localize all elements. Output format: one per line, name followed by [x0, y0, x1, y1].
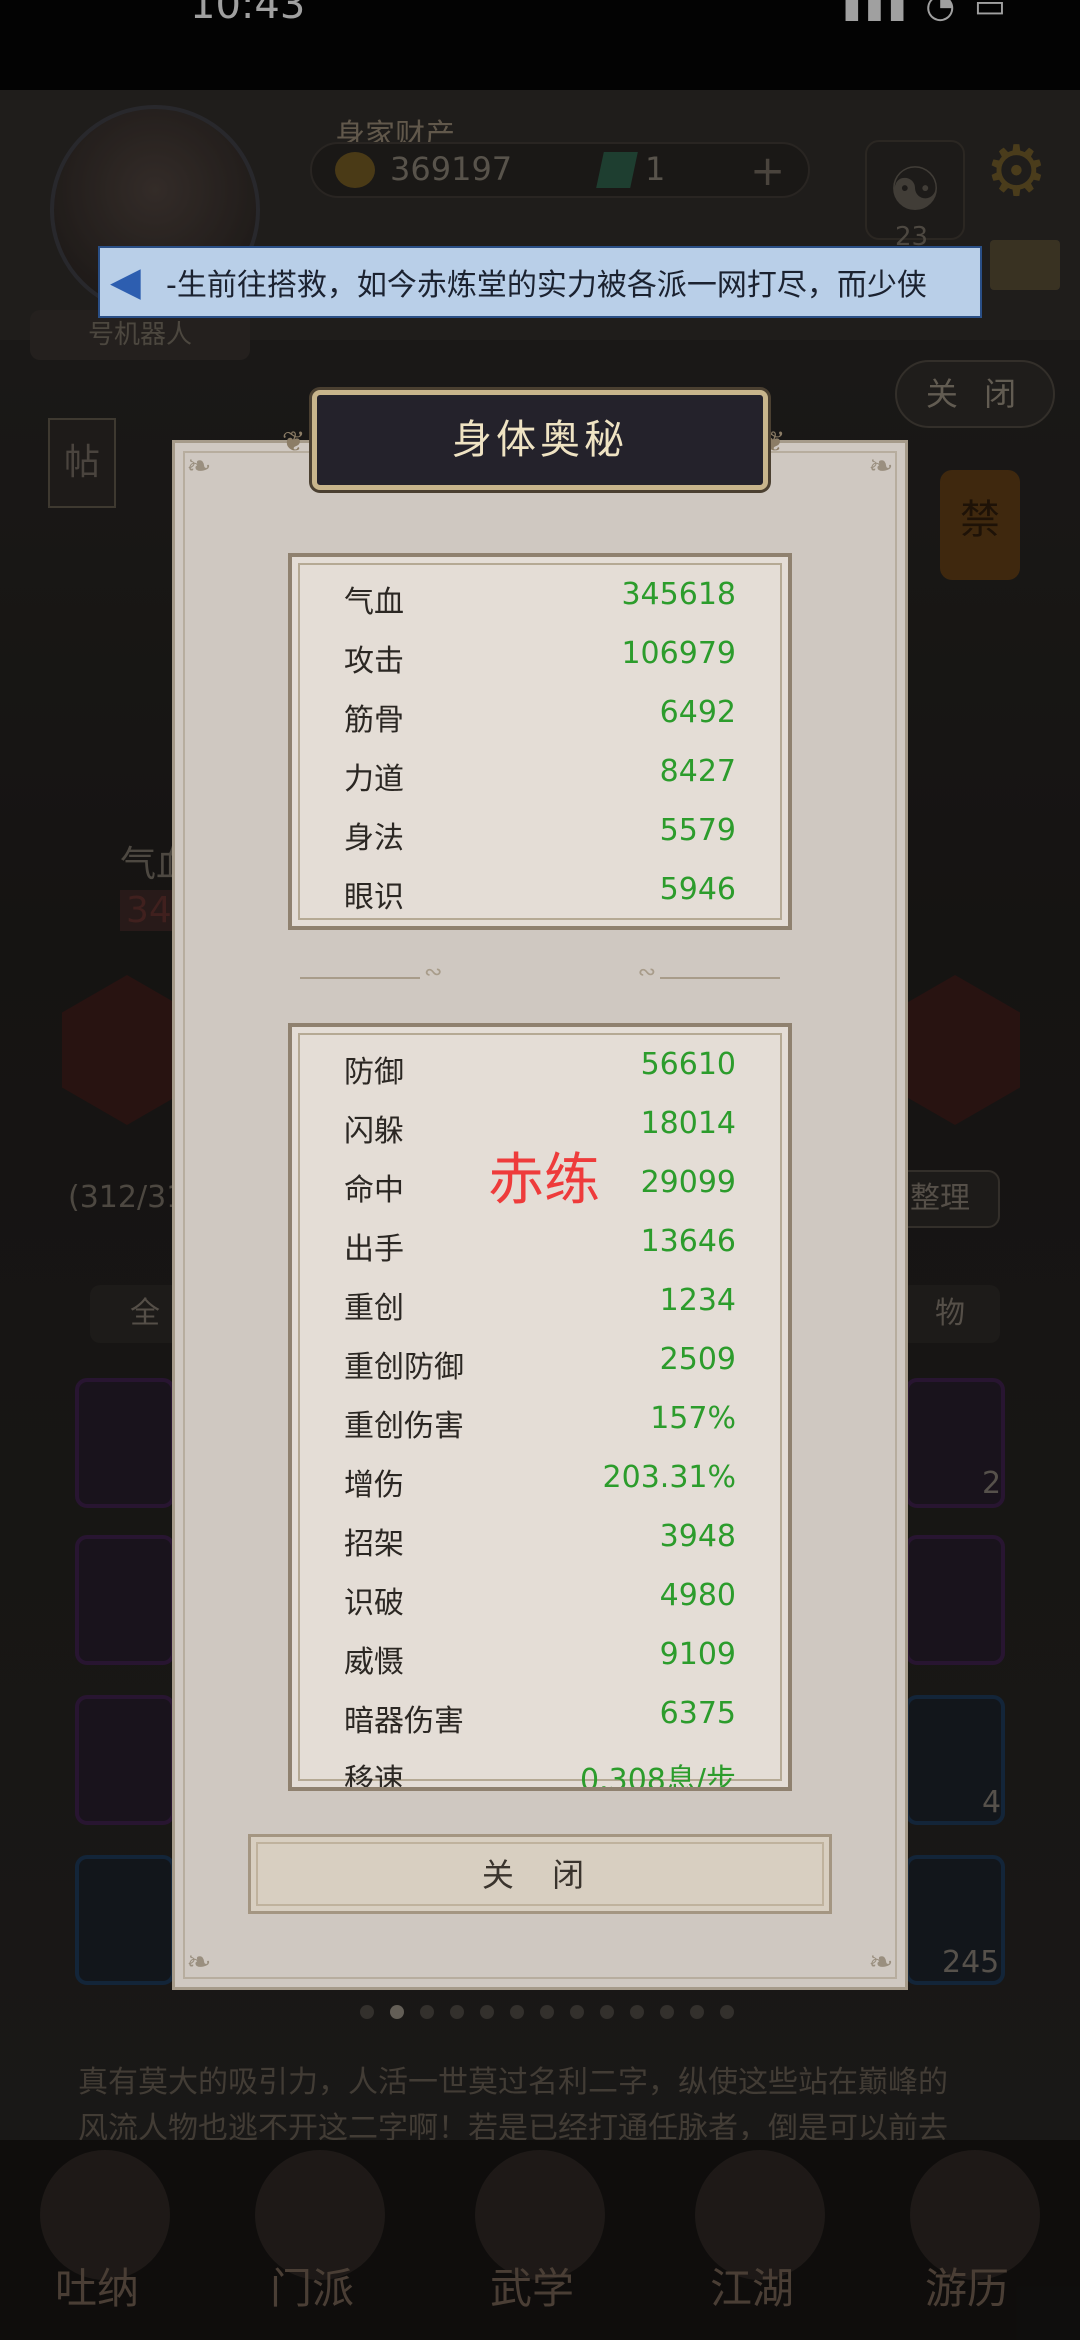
stat-label: 增伤 — [344, 1468, 404, 1503]
stat-value: 1234 — [659, 1283, 736, 1318]
stat-label: 暗器伤害 — [344, 1704, 464, 1739]
stat-label: 招架 — [344, 1527, 404, 1562]
stat-value: 106979 — [621, 636, 736, 671]
stat-value: 2509 — [659, 1342, 736, 1377]
stat-label: 力道 — [344, 762, 404, 797]
stat-label: 防御 — [344, 1055, 404, 1090]
stat-label: 重创伤害 — [344, 1409, 464, 1444]
stat-row: 防御 56610 — [344, 1047, 736, 1090]
title-wing-right-icon: ❦ — [762, 425, 786, 458]
stat-label: 筋骨 — [344, 703, 404, 738]
stat-value: 13646 — [640, 1224, 736, 1259]
stat-value: 18014 — [640, 1106, 736, 1141]
stat-value: 8427 — [659, 754, 736, 789]
modal-title-plate: 身体奥秘 — [312, 390, 768, 490]
stat-label: 重创 — [344, 1291, 404, 1326]
stat-label: 命中 — [344, 1173, 404, 1208]
stat-value: 0.308息/步 — [580, 1763, 736, 1791]
corner-ornament-icon: ❧ — [186, 449, 212, 484]
stat-label: 移速 — [344, 1763, 404, 1791]
stat-value: 3948 — [659, 1519, 736, 1554]
corner-ornament-icon: ❧ — [868, 1945, 894, 1980]
stat-value: 203.31% — [602, 1460, 736, 1495]
stat-value: 6492 — [659, 695, 736, 730]
stat-value: 5579 — [659, 813, 736, 848]
stat-value: 56610 — [640, 1047, 736, 1082]
stat-label: 重创防御 — [344, 1350, 464, 1385]
stat-row: 增伤 203.31% — [344, 1460, 736, 1503]
stat-label: 闪躲 — [344, 1114, 404, 1149]
stat-value: 5946 — [659, 872, 736, 907]
stat-row: 暗器伤害 6375 — [344, 1696, 736, 1739]
modal-close-button[interactable]: 关 闭 — [248, 1834, 832, 1914]
stat-label: 出手 — [344, 1232, 404, 1267]
stat-label: 眼识 — [344, 880, 404, 915]
corner-ornament-icon: ❧ — [868, 449, 894, 484]
basic-stats-panel: 气血 345618 攻击 106979 筋骨 6492 力道 8427 身法 5579 眼… — [288, 553, 792, 930]
stat-row: 重创防御 2509 — [344, 1342, 736, 1385]
close-button-label: 关 闭 — [481, 1856, 599, 1894]
stat-row: 攻击 106979 — [344, 636, 736, 679]
stat-row: 招架 3948 — [344, 1519, 736, 1562]
stat-row: 出手 13646 — [344, 1224, 736, 1267]
stat-label: 气血 — [344, 585, 404, 620]
stat-row: 筋骨 6492 — [344, 695, 736, 738]
notice-text: -生前往搭救，如今赤炼堂的实力被各派一网打尽，而少侠 — [166, 268, 927, 303]
megaphone-icon: ◀ — [110, 259, 141, 305]
notice-marquee[interactable]: ◀ -生前往搭救，如今赤炼堂的实力被各派一网打尽，而少侠 — [98, 246, 982, 318]
stat-row: 身法 5579 — [344, 813, 736, 856]
stat-label: 身法 — [344, 821, 404, 856]
stat-value: 4980 — [659, 1578, 736, 1613]
modal-title: 身体奥秘 — [452, 417, 628, 463]
ornament-divider: ∾ ∾ — [300, 960, 780, 988]
stat-value: 9109 — [659, 1637, 736, 1672]
stat-label: 识破 — [344, 1586, 404, 1621]
stat-row: 重创 1234 — [344, 1283, 736, 1326]
stat-row: 重创伤害 157% — [344, 1401, 736, 1444]
stat-row: 威慑 9109 — [344, 1637, 736, 1680]
stat-row: 眼识 5946 — [344, 872, 736, 915]
corner-ornament-icon: ❧ — [186, 1945, 212, 1980]
stat-value: 6375 — [659, 1696, 736, 1731]
stat-row: 力道 8427 — [344, 754, 736, 797]
watermark-label: 赤练 — [488, 1148, 600, 1213]
stat-value: 345618 — [621, 577, 736, 612]
stat-label: 威慑 — [344, 1645, 404, 1680]
stat-row: 识破 4980 — [344, 1578, 736, 1621]
stat-label: 攻击 — [344, 644, 404, 679]
stat-value: 157% — [650, 1401, 736, 1436]
stat-row: 移速 0.308息/步 — [344, 1755, 736, 1791]
stat-value: 29099 — [640, 1165, 736, 1200]
stat-row: 气血 345618 — [344, 577, 736, 620]
